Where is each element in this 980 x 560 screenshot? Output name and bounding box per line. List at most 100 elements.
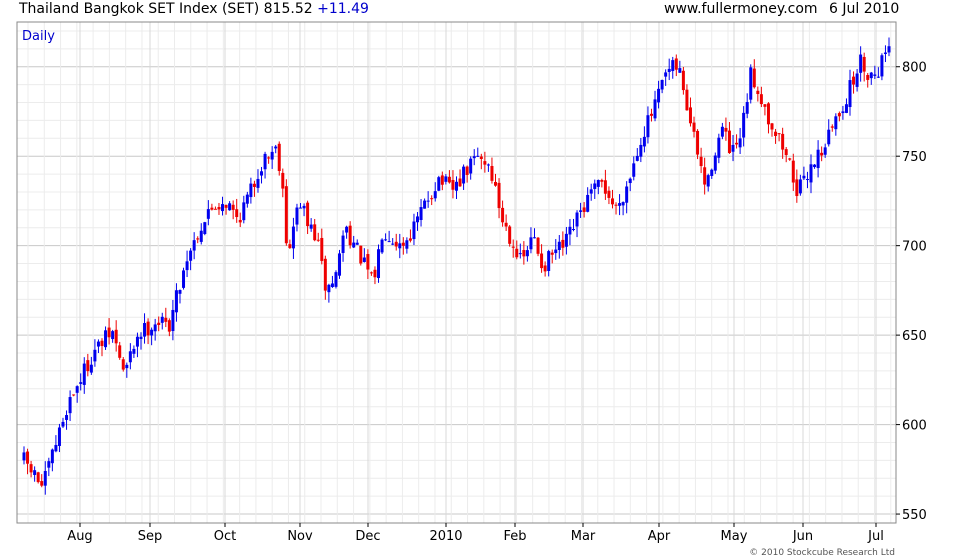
candle-body [632,163,636,177]
candle-body [440,175,444,185]
candle-body [678,68,682,73]
candle-body [405,240,409,249]
candle-body [883,52,887,54]
candle-body [749,67,753,100]
candle-body [394,241,398,247]
candle-body [511,246,515,248]
candle-body [107,327,111,338]
candle-body [217,207,221,210]
candle-body [876,76,880,78]
candle-body [132,348,136,354]
candle-body [185,261,189,271]
candle-body [579,210,583,212]
candle-body [295,207,299,225]
candle-body [635,155,639,161]
candle-body [671,60,675,72]
candle-body [366,254,370,270]
candle-body [646,115,650,138]
candle-body [256,178,260,188]
candle-body [465,166,469,175]
candle-body [401,242,405,246]
candle-body [724,127,728,132]
candle-body [522,250,526,257]
candle-body [735,142,739,145]
candle-body [834,116,838,130]
candle-body [529,237,533,250]
x-tick-label: 2010 [429,529,462,544]
candle-body [203,222,207,235]
plot-frame [16,21,897,524]
candle-body [742,112,746,138]
candle-body [249,183,253,198]
candle-body [380,239,384,253]
candle-body [104,330,108,348]
candle-body [759,94,763,105]
candle-body [575,212,579,227]
candle-body [309,224,313,229]
candle-body [96,341,100,347]
candle-body [660,79,664,90]
candle-body [89,364,93,373]
candle-body [33,470,37,475]
candle-body [228,203,232,211]
x-tick-label: Aug [67,529,92,544]
candle-body [593,183,597,189]
candle-body [235,209,239,218]
candle-body [118,345,122,358]
candle-body [717,137,721,158]
x-tick-label: Dec [355,529,380,544]
candle-body [40,481,44,486]
candle-body [543,265,547,272]
candle-body [596,180,600,187]
candle-body [823,147,827,155]
candlestick-chart: Daily 550 600 650 700 750 800 Aug Sep Oct Nov Dec… [16,21,927,558]
candle-body [199,230,203,242]
candle-body [377,249,381,279]
candle-body [536,237,540,254]
candle-body [618,203,622,206]
candle-body [844,104,848,113]
candle-body [178,290,182,294]
candle-body [610,198,614,205]
candle-body [22,452,26,461]
candle-body [788,158,792,160]
y-tick-label: 800 [902,61,927,76]
candle-body [625,186,629,203]
candle-body [802,175,806,179]
candle-body [302,205,306,209]
y-axis: 550 600 650 700 750 800 [896,61,927,523]
candle-body [568,226,572,235]
candle-body [284,186,288,244]
candle-body [887,46,891,53]
candle-body [75,386,79,393]
candle-body [139,336,143,340]
candle-body [809,164,813,183]
candle-body [586,194,590,212]
candle-body [128,351,132,363]
candle-body [423,200,427,209]
candle-body [306,202,310,227]
x-tick-label: Sep [138,529,163,544]
candle-body [504,222,508,227]
candle-body [270,151,274,160]
y-tick-label: 700 [902,240,927,255]
copyright: © 2010 Stockcube Research Ltd [749,548,895,558]
candle-body [82,363,86,385]
candle-body [855,73,859,87]
candle-body [692,122,696,132]
candle-body [121,359,125,370]
candle-body [412,221,416,240]
candle-body [338,253,342,276]
candle-body [387,241,391,243]
candle-body [685,89,689,111]
candle-body [706,175,710,187]
candle-body [345,226,349,233]
candle-body [153,324,157,332]
candle-body [873,74,877,76]
candle-body [469,158,473,174]
candle-body [114,329,118,344]
candle-body [869,72,873,79]
candle-body [426,200,430,202]
candle-body [713,155,717,171]
candle-body [827,129,831,145]
